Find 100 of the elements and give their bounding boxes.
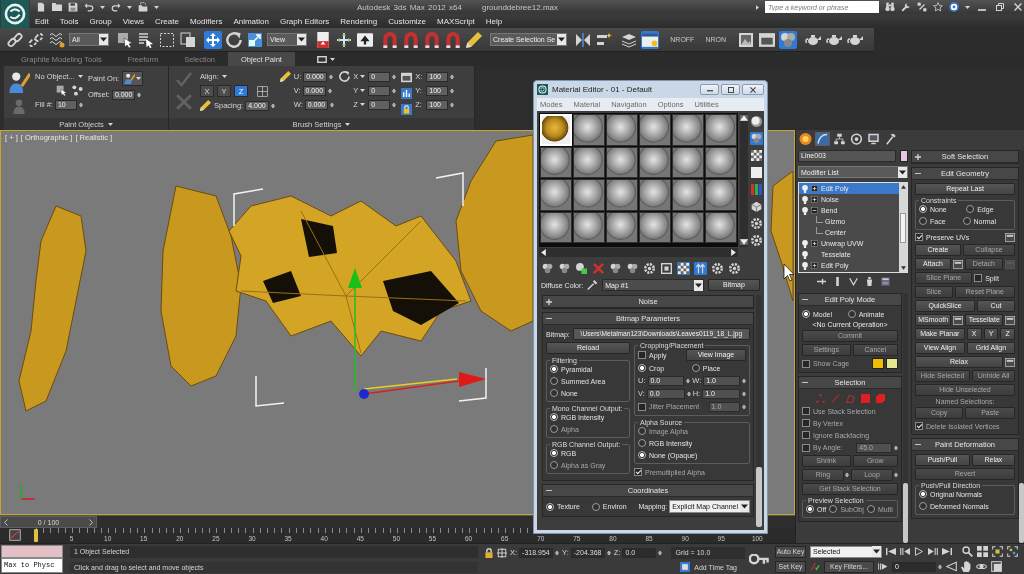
menu-item[interactable]: Customize: [388, 16, 427, 26]
arrow-up-icon[interactable]: [900, 185, 906, 189]
spinner-arrows-icon[interactable]: [894, 443, 898, 452]
spheres-icon[interactable]: [609, 262, 622, 275]
element-icon[interactable]: [875, 393, 885, 403]
wrench-icon[interactable]: [901, 2, 911, 12]
material-sample-slot[interactable]: [573, 114, 605, 146]
material-sample-slot[interactable]: [606, 146, 638, 178]
gear-icon[interactable]: [750, 234, 763, 247]
pencil-icon[interactable]: [279, 71, 291, 82]
page-icon[interactable]: [36, 2, 46, 12]
spheres-icon[interactable]: [541, 262, 554, 275]
arrow-down-icon[interactable]: [740, 239, 748, 245]
sun-icon[interactable]: [798, 132, 813, 146]
spheres-icon[interactable]: [558, 262, 571, 275]
spinner-arrows-icon[interactable]: [894, 471, 898, 479]
arrow-right-icon[interactable]: [731, 249, 736, 256]
spinner-arrows-icon[interactable]: [450, 100, 455, 109]
material-sample-slot[interactable]: [573, 179, 605, 211]
fork-icon[interactable]: [848, 276, 858, 286]
lightbulb-icon[interactable]: [802, 195, 808, 204]
material-sample-slot[interactable]: [705, 179, 737, 211]
four-squares-icon[interactable]: [977, 546, 988, 557]
hand-icon[interactable]: [961, 561, 972, 572]
magnet-icon[interactable]: [444, 30, 462, 49]
window-panel-icon[interactable]: [641, 30, 660, 49]
framed-square-icon[interactable]: [660, 262, 673, 275]
spheres-icon[interactable]: [779, 30, 797, 49]
spinner-arrows-icon[interactable]: [270, 101, 275, 110]
scrollbar-thumb[interactable]: [1019, 483, 1024, 543]
crosshair-icon[interactable]: [497, 547, 507, 558]
undo-arrow-icon[interactable]: [84, 2, 94, 12]
paint-brush-icon[interactable]: [8, 71, 30, 93]
face-radio[interactable]: [919, 217, 927, 225]
bracket-box-icon[interactable]: [992, 546, 1003, 557]
normal-radio[interactable]: [962, 217, 971, 225]
scrollbar-thumb[interactable]: [756, 467, 762, 527]
material-sample-slot[interactable]: [672, 114, 704, 146]
app-logo-icon[interactable]: [537, 84, 548, 95]
skip-start-icon[interactable]: [886, 547, 896, 556]
chevron-right-icon[interactable]: [89, 518, 93, 526]
menu-item[interactable]: Rendering: [340, 16, 378, 26]
key-icon[interactable]: [749, 553, 769, 565]
spinner-arrows-icon[interactable]: [450, 72, 455, 81]
binoculars-icon[interactable]: [885, 2, 895, 12]
chevron-left-icon[interactable]: [4, 518, 8, 526]
object-color-swatch[interactable]: [900, 150, 908, 162]
menu-item[interactable]: Animation: [233, 16, 269, 26]
magnet-icon[interactable]: [381, 30, 399, 49]
folder-stack-icon[interactable]: [138, 2, 148, 12]
play-icon[interactable]: [914, 547, 924, 556]
spinner-arrows-icon[interactable]: [606, 548, 611, 557]
lightbulb-icon[interactable]: [802, 261, 808, 270]
material-sample-slot[interactable]: [705, 146, 737, 178]
menu-item[interactable]: Help: [485, 16, 503, 26]
cursor-box-icon[interactable]: [55, 85, 67, 96]
close-icon[interactable]: [1014, 3, 1022, 11]
spinner-arrows-icon[interactable]: [330, 100, 335, 109]
gear-icon[interactable]: [728, 262, 741, 275]
spinner-arrows-icon[interactable]: [845, 471, 849, 479]
spinner-arrows-icon[interactable]: [78, 100, 83, 109]
gear-icon[interactable]: [643, 262, 656, 275]
orbit-icon[interactable]: [976, 561, 987, 572]
gear-icon[interactable]: [750, 217, 763, 230]
checkerboard-icon[interactable]: [750, 149, 763, 162]
spinner-arrows-icon[interactable]: [658, 548, 663, 557]
triangle-right-icon[interactable]: [756, 4, 759, 10]
pin-icon[interactable]: [816, 276, 826, 286]
hierarchy-icon[interactable]: [832, 132, 847, 146]
spinner-arrows-icon[interactable]: [555, 548, 560, 557]
plus-box-icon[interactable]: [811, 196, 818, 203]
material-sample-slot[interactable]: [705, 211, 737, 243]
place-radio[interactable]: [691, 364, 700, 372]
maximize-view-icon[interactable]: [991, 561, 1002, 572]
minus-box-icon[interactable]: [811, 207, 818, 214]
texture-radio[interactable]: [546, 502, 554, 511]
spinner-arrows-icon[interactable]: [938, 562, 942, 571]
skip-end-icon[interactable]: [942, 547, 952, 556]
material-sample-slot[interactable]: [573, 146, 605, 178]
crop-radio[interactable]: [638, 364, 646, 372]
magnet-icon[interactable]: [423, 30, 441, 49]
menu-item[interactable]: Views: [122, 16, 144, 26]
plus-box-icon[interactable]: [811, 185, 818, 192]
previous-frame-icon[interactable]: [900, 547, 910, 556]
scatter-dots-icon[interactable]: [71, 85, 83, 96]
close-button[interactable]: [742, 84, 764, 95]
magnifier-icon[interactable]: [962, 546, 973, 557]
scrollbar-thumb[interactable]: [903, 483, 908, 543]
next-frame-icon[interactable]: [928, 547, 938, 556]
wedge-icon[interactable]: [946, 561, 957, 572]
spheres-icon[interactable]: [626, 262, 639, 275]
lightbulb-icon[interactable]: [802, 184, 808, 193]
monitor-icon[interactable]: [866, 132, 881, 146]
move-gizmo[interactable]: [348, 268, 486, 399]
gear-icon[interactable]: [711, 262, 724, 275]
plus-box-icon[interactable]: [811, 240, 818, 247]
keycap-icon[interactable]: [356, 30, 374, 49]
edge-radio[interactable]: [966, 205, 975, 213]
spinner-arrows-icon[interactable]: [328, 86, 333, 95]
redo-arrow-icon[interactable]: [111, 2, 121, 12]
